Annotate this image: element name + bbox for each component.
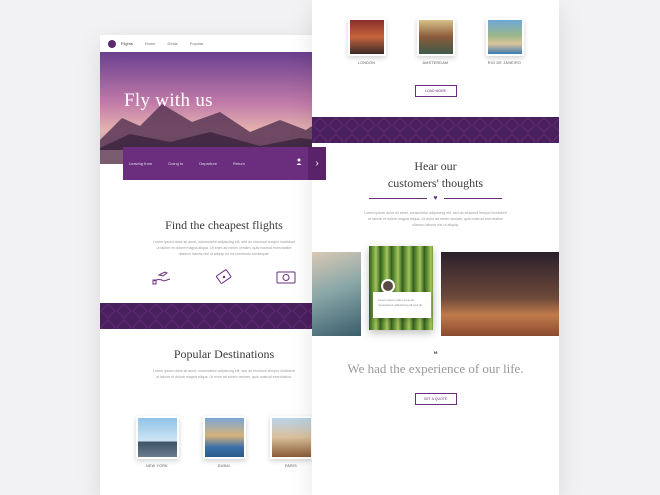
testimonials-body: Lorem ipsum dolor sit amet, consectetur … xyxy=(364,211,507,227)
desert-photo xyxy=(441,252,559,336)
destination-name: PARIS xyxy=(284,464,298,468)
destination-card[interactable]: LONDON xyxy=(345,18,388,65)
search-field-return[interactable]: Return xyxy=(233,161,245,166)
person-icon xyxy=(296,158,302,165)
hand-plane-icon xyxy=(152,271,171,285)
search-field-from[interactable]: Leaving from xyxy=(129,161,152,166)
hero-title: Fly with us xyxy=(124,90,213,111)
get-quote-button[interactable]: GET A QUOTE xyxy=(414,393,457,405)
destination-photo xyxy=(416,18,455,56)
destination-photo xyxy=(269,416,313,459)
bamboo-photo-frame: Lorem ipsum dolor sit amet, consectetur … xyxy=(361,246,441,336)
nav-link-home[interactable]: Home xyxy=(145,41,156,46)
testimonials-title-line1: Hear our xyxy=(414,159,457,173)
destination-photo xyxy=(347,18,386,56)
ticket-icon xyxy=(216,269,232,284)
heart-divider: ♥ xyxy=(312,195,559,202)
left-destinations-row: NEW YORK DUBAI PARIS xyxy=(100,416,348,468)
search-submit-button[interactable]: › xyxy=(308,147,326,180)
destination-card[interactable]: RIO DE JANEIRO xyxy=(483,18,526,65)
load-more-button[interactable]: LOAD MORE xyxy=(414,85,457,97)
destination-photo xyxy=(202,416,246,459)
destination-card[interactable]: AMSTERDAM xyxy=(414,18,457,65)
testimonial-quote: We had the experience of our life. xyxy=(347,361,524,376)
destination-card[interactable]: DUBAI xyxy=(202,416,246,468)
heart-icon: ♥ xyxy=(433,195,438,202)
destination-name: NEW YORK xyxy=(146,464,168,468)
top-nav: Flights Home Deals Popular Find xyxy=(100,35,348,52)
left-page-mockup: Flights Home Deals Popular Find Fly with… xyxy=(100,35,348,495)
lake-photo xyxy=(312,252,361,336)
right-destinations-row: LONDON AMSTERDAM RIO DE JANEIRO xyxy=(312,18,559,65)
nav-link-popular[interactable]: Popular xyxy=(190,41,204,46)
destination-card[interactable]: PARIS xyxy=(269,416,313,468)
feature-icons-row xyxy=(100,269,348,285)
destination-name: LONDON xyxy=(357,61,376,65)
pattern-band xyxy=(100,303,348,329)
flights-section-body: Lorem ipsum dolor sit amet, consectetur … xyxy=(152,240,296,256)
pattern-band xyxy=(312,117,559,143)
money-icon xyxy=(276,271,296,284)
testimonial-card: Lorem ipsum dolor sit amet, consectetur … xyxy=(373,292,431,318)
cta-wrap: GET A QUOTE xyxy=(312,393,559,405)
passengers-stepper[interactable] xyxy=(296,158,302,167)
right-page-mockup: LONDON AMSTERDAM RIO DE JANEIRO LOAD MOR… xyxy=(312,0,559,495)
testimonial-text: Lorem ipsum dolor sit amet, consectetur … xyxy=(378,298,423,307)
chevron-right-icon: › xyxy=(315,158,319,169)
load-more-wrap: LOAD MORE xyxy=(312,85,559,97)
logo-icon[interactable] xyxy=(108,39,116,48)
destinations-section-title: Popular Destinations xyxy=(173,347,275,361)
nav-brand[interactable]: Flights xyxy=(121,41,133,46)
flights-section-title: Find the cheapest flights xyxy=(165,218,283,232)
destination-name: RIO DE JANEIRO xyxy=(487,61,522,65)
avatar xyxy=(381,279,395,293)
destination-name: DUBAI xyxy=(217,464,231,468)
testimonials-title-line2: customers' thoughts xyxy=(387,176,484,190)
destination-name: AMSTERDAM xyxy=(422,61,449,65)
search-field-to[interactable]: Going to xyxy=(168,161,183,166)
search-field-departure[interactable]: Departure xyxy=(199,161,217,166)
destination-card[interactable]: NEW YORK xyxy=(135,416,179,468)
destination-photo xyxy=(135,416,179,459)
nav-link-deals[interactable]: Deals xyxy=(167,41,177,46)
quote-icon: ❝ xyxy=(433,350,438,359)
flight-search-bar: Leaving from Going to Departure Return › xyxy=(123,147,326,180)
divider-line xyxy=(369,198,428,199)
destinations-section-body: Lorem ipsum dolor sit amet, consectetur … xyxy=(152,369,296,379)
divider-line xyxy=(443,198,502,199)
destination-photo xyxy=(485,18,524,56)
testimonial-collage: Lorem ipsum dolor sit amet, consectetur … xyxy=(312,246,559,336)
